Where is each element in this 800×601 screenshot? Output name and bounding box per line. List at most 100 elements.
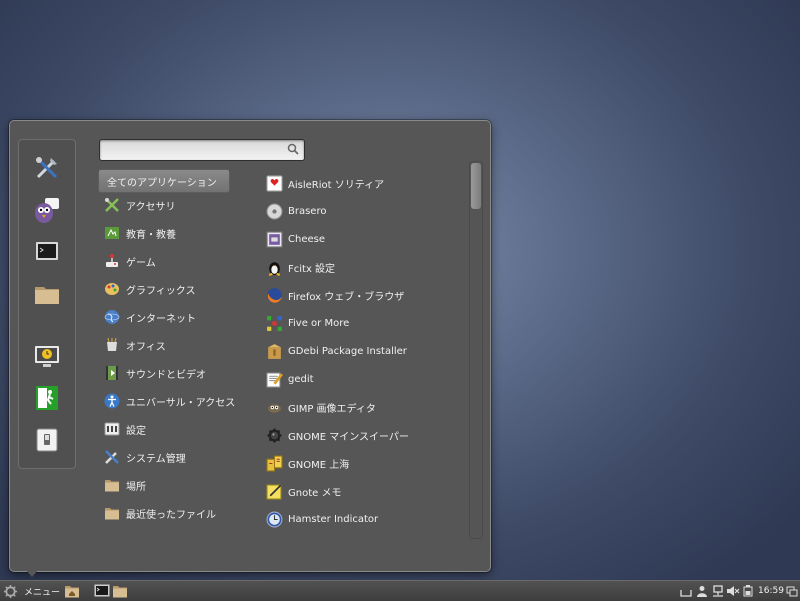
shutdown-icon[interactable] bbox=[33, 426, 61, 454]
fcitx-penguin-icon bbox=[268, 261, 281, 276]
menu-label: メニュー bbox=[24, 587, 61, 598]
app-label: GNOME 上海 bbox=[288, 459, 350, 471]
administration-icon bbox=[105, 450, 119, 464]
category-label: ゲーム bbox=[126, 257, 156, 269]
category-label: 全てのアプリケーション bbox=[107, 177, 217, 189]
gnote-icon bbox=[266, 484, 282, 499]
app-label: Gnote メモ bbox=[288, 487, 342, 499]
home-folder-icon bbox=[65, 586, 79, 598]
category-label: システム管理 bbox=[126, 453, 186, 465]
logout-icon[interactable] bbox=[33, 384, 61, 412]
gedit-icon bbox=[266, 372, 283, 387]
taskbar: メニュー 16:59 bbox=[0, 580, 800, 601]
category-office[interactable]: オフィス bbox=[98, 334, 230, 356]
app-item-fcitx-settings[interactable]: Fcitx 設定 bbox=[264, 255, 464, 279]
app-item-gnome-mahjongg[interactable]: GNOME 上海 bbox=[264, 451, 464, 475]
category-label: オフィス bbox=[126, 341, 166, 353]
launcher-files[interactable] bbox=[112, 583, 128, 599]
pidgin-icon[interactable] bbox=[33, 196, 61, 224]
app-label: Cheese bbox=[288, 233, 325, 245]
menu-pointer bbox=[24, 568, 40, 577]
app-label: Fcitx 設定 bbox=[288, 263, 336, 275]
gimp-icon bbox=[266, 401, 283, 413]
app-label: AisleRiot ソリティア bbox=[288, 179, 385, 191]
terminal-icon bbox=[94, 584, 110, 597]
search-input[interactable] bbox=[106, 142, 285, 159]
games-icon bbox=[106, 254, 118, 267]
tray-show-desktop[interactable] bbox=[680, 583, 692, 599]
launcher-home-folder[interactable] bbox=[64, 583, 80, 599]
app-item-gnome-mines[interactable]: GNOME マインスイーパー bbox=[264, 423, 464, 447]
app-item-gedit[interactable]: gedit bbox=[264, 367, 464, 391]
clock[interactable]: 16:59 bbox=[758, 583, 784, 599]
app-label: Five or More bbox=[288, 317, 350, 329]
tray-volume[interactable] bbox=[726, 583, 740, 599]
settings-icon bbox=[104, 422, 120, 436]
category-label: サウンドとビデオ bbox=[126, 369, 206, 381]
clock-label: 16:59 bbox=[758, 586, 784, 596]
category-label: インターネット bbox=[126, 313, 196, 325]
category-label: 最近使ったファイル bbox=[126, 509, 216, 521]
menu-button[interactable]: メニュー bbox=[3, 583, 60, 599]
scrollbar-thumb[interactable] bbox=[471, 163, 481, 209]
category-recent-files[interactable]: 最近使ったファイル bbox=[98, 502, 230, 524]
category-graphics[interactable]: グラフィックス bbox=[98, 278, 230, 300]
app-item-gnote[interactable]: Gnote メモ bbox=[264, 479, 464, 503]
app-item-cheese[interactable]: Cheese bbox=[264, 227, 464, 251]
lock-screen-icon[interactable] bbox=[33, 342, 61, 370]
search-box[interactable] bbox=[99, 139, 305, 161]
category-label: 設定 bbox=[126, 425, 146, 437]
app-item-five-or-more[interactable]: Five or More bbox=[264, 311, 464, 335]
app-item-firefox[interactable]: Firefox ウェブ・ブラウザ bbox=[264, 283, 464, 307]
app-item-gdebi[interactable]: GDebi Package Installer bbox=[264, 339, 464, 363]
category-education[interactable]: 教育・教養 bbox=[98, 222, 230, 244]
app-item-brasero[interactable]: Brasero bbox=[264, 199, 464, 223]
workspace-switcher-icon bbox=[786, 586, 798, 597]
category-games[interactable]: ゲーム bbox=[98, 250, 230, 272]
category-all-applications[interactable]: 全てのアプリケーション bbox=[98, 169, 230, 193]
accessories-icon bbox=[105, 198, 119, 212]
five-or-more-icon bbox=[267, 315, 282, 331]
app-item-gimp[interactable]: GIMP 画像エディタ bbox=[264, 395, 464, 419]
power-icon bbox=[743, 585, 753, 597]
tray-user[interactable] bbox=[696, 583, 708, 599]
tray-battery[interactable] bbox=[743, 583, 753, 599]
category-places[interactable]: 場所 bbox=[98, 474, 230, 496]
favorites-sidebar bbox=[18, 139, 76, 469]
search-icon bbox=[287, 143, 299, 155]
folder-icon bbox=[113, 586, 127, 598]
tray-workspace[interactable] bbox=[786, 583, 798, 599]
category-internet[interactable]: インターネット bbox=[98, 306, 230, 328]
brasero-icon bbox=[266, 203, 283, 219]
tray-network[interactable] bbox=[712, 583, 724, 599]
app-label: gedit bbox=[288, 373, 314, 385]
folder-icon bbox=[105, 480, 119, 492]
category-label: 場所 bbox=[126, 481, 146, 493]
application-menu: 全てのアプリケーション アクセサリ 教育・教養 ゲーム グラフィックス インター… bbox=[9, 120, 491, 572]
app-label: Firefox ウェブ・ブラウザ bbox=[288, 291, 405, 303]
category-universal-access[interactable]: ユニバーサル・アクセス bbox=[98, 390, 235, 412]
category-settings[interactable]: 設定 bbox=[98, 418, 230, 440]
internet-icon bbox=[104, 310, 120, 324]
gdebi-icon bbox=[268, 343, 281, 359]
app-item-hamster-indicator[interactable]: Hamster Indicator bbox=[264, 507, 464, 531]
aisleriot-icon bbox=[266, 175, 283, 191]
app-label: GDebi Package Installer bbox=[288, 345, 407, 357]
app-label: GIMP 画像エディタ bbox=[288, 403, 376, 415]
show-desktop-icon bbox=[680, 590, 692, 597]
category-accessories[interactable]: アクセサリ bbox=[98, 194, 230, 216]
app-list-scrollbar[interactable] bbox=[469, 161, 483, 539]
category-administration[interactable]: システム管理 bbox=[98, 446, 230, 468]
sound-video-icon bbox=[106, 366, 118, 380]
terminal-icon[interactable] bbox=[33, 238, 61, 266]
gear-menu-icon bbox=[3, 584, 18, 598]
folder-icon bbox=[105, 508, 119, 520]
category-label: アクセサリ bbox=[126, 201, 176, 213]
category-sound-video[interactable]: サウンドとビデオ bbox=[98, 362, 230, 384]
office-icon bbox=[107, 337, 117, 351]
system-settings-icon[interactable] bbox=[33, 154, 61, 182]
app-label: Brasero bbox=[288, 205, 327, 217]
launcher-terminal[interactable] bbox=[94, 583, 110, 599]
app-item-aisleriot[interactable]: AisleRiot ソリティア bbox=[264, 171, 464, 195]
files-icon[interactable] bbox=[33, 280, 61, 308]
